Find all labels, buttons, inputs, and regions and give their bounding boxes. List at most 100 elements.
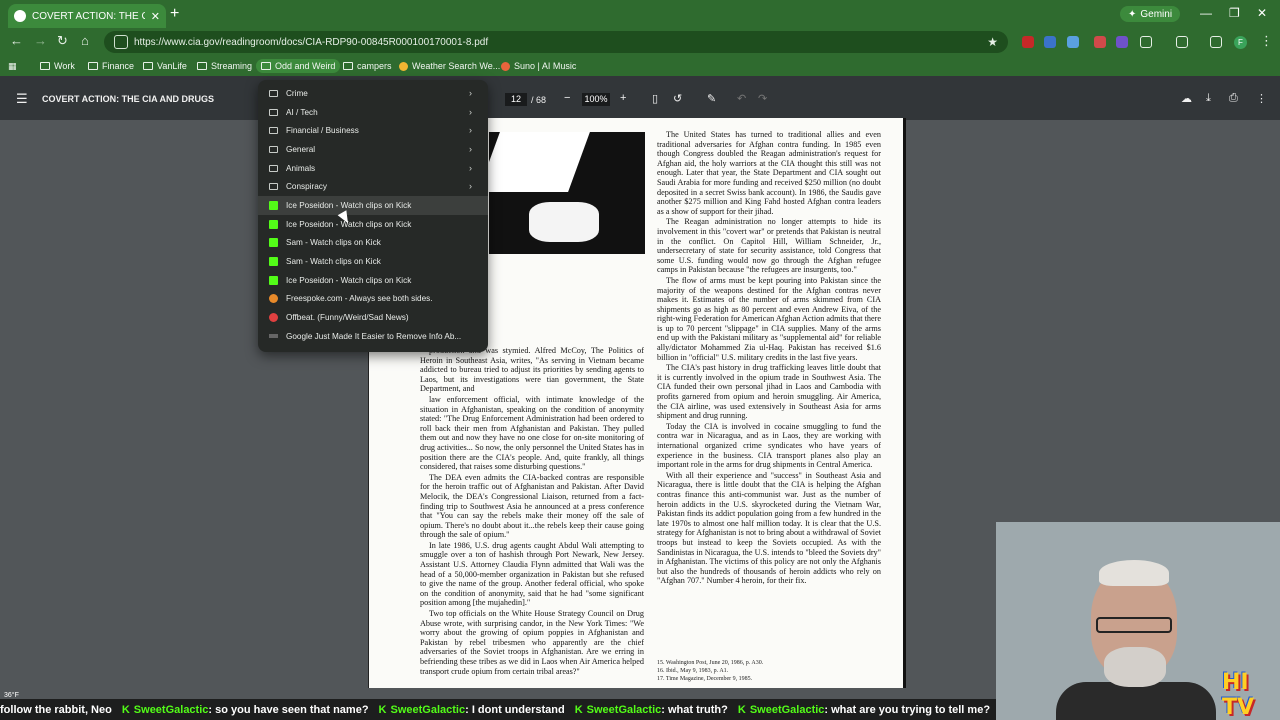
document-photo [489,132,645,254]
text-column-right: The United States has turned to traditio… [657,130,881,587]
paragraph: Two top officials on the White House Str… [420,609,644,676]
paragraph: law enforcement official, with intimate … [420,394,644,472]
menu-link-kick[interactable]: Ice Poseidon - Watch clips on Kick [258,196,488,215]
menu-link-kick[interactable]: Sam - Watch clips on Kick [258,234,488,253]
footnote: 15. Washington Post, June 20, 1986, p. A… [657,660,764,666]
menu-folder-ai-tech[interactable]: AI / Tech › [258,103,488,122]
photo-highlight [529,202,599,242]
bookmark-folder-finance[interactable]: Finance [88,59,134,73]
bookmark-weather-search[interactable]: Weather Search We... [399,59,500,73]
reload-icon[interactable]: ↻ [57,33,68,49]
folder-icon [143,62,153,70]
menu-link-kick[interactable]: Ice Poseidon - Watch clips on Kick [258,215,488,234]
bookmark-folder-menu: Crime › AI / Tech › Financial / Business › … [258,80,488,352]
folder-icon [261,62,271,70]
chat-ticker: follow the rabbit, Neo K SweetGalactic: s… [0,699,996,720]
extension-icon[interactable] [1044,36,1056,48]
zoom-out-icon[interactable]: − [564,92,570,104]
menu-folder-financial-business[interactable]: Financial / Business › [258,121,488,140]
apps-grid-icon[interactable]: ▦ [8,59,17,73]
browser-toolbar: ← → ↻ ⌂ https://www.cia.gov/readingroom/… [0,28,1280,56]
kick-icon: K [574,703,583,716]
minimize-icon[interactable]: — [1200,6,1212,20]
footnotes: 15. Washington Post, June 20, 1986, p. A… [657,659,881,683]
chevron-right-icon: › [469,181,472,192]
bookmark-folder-vanlife[interactable]: VanLife [143,59,187,73]
offbeat-icon [269,313,278,323]
channel-logo: HI TV [1222,670,1272,720]
paragraph: The DEA even admits the CIA-backed contr… [420,472,644,540]
kick-icon [269,257,278,267]
maximize-icon[interactable]: ❐ [1229,6,1240,20]
bookmark-folder-streaming[interactable]: Streaming [197,59,252,73]
home-icon[interactable]: ⌂ [81,33,89,48]
bookmark-folder-odd-and-weird[interactable]: Odd and Weird [256,59,341,73]
cast-icon[interactable] [1176,36,1188,48]
forward-icon[interactable]: → [34,33,47,48]
folder-icon [269,183,278,191]
new-tab-button[interactable]: + [170,5,179,23]
streamer-hair [1099,560,1169,586]
bookmark-label: Finance [102,61,135,71]
chevron-right-icon: › [469,125,472,136]
cia-favicon-icon [14,10,26,22]
menu-folder-general[interactable]: General › [258,140,488,159]
extension-icon[interactable] [1116,36,1128,48]
close-window-icon[interactable]: ✕ [1257,6,1267,20]
bookmark-suno[interactable]: Suno | AI Music [501,59,576,73]
bookmark-label: Suno | AI Music [514,61,577,71]
reading-list-icon[interactable] [1210,36,1222,48]
bookmark-label: Streaming [211,61,253,71]
menu-link-kick[interactable]: Sam - Watch clips on Kick [258,252,488,271]
page-number-input[interactable]: 12 [505,93,527,106]
download-icon[interactable]: ⤓ [1206,92,1211,105]
kick-icon [269,275,278,285]
print-icon[interactable]: ⎙ [1229,92,1238,105]
hamburger-menu-icon[interactable]: ☰ [16,91,28,107]
freespoke-icon [269,294,278,304]
kick-icon [269,200,278,210]
chat-username: SweetGalactic [390,703,466,716]
more-actions-icon[interactable]: ⋮ [1256,92,1267,105]
redo-icon[interactable]: ↷ [758,92,767,105]
tab-close-icon[interactable]: ✕ [151,10,160,23]
extension-icon[interactable] [1067,36,1079,48]
site-info-icon[interactable] [114,35,128,49]
bookmark-folder-campers[interactable]: campers [343,59,392,73]
menu-link-google-news[interactable]: Google Just Made It Easier to Remove Inf… [258,327,488,346]
address-bar[interactable]: https://www.cia.gov/readingroom/docs/CIA… [104,31,1008,53]
menu-link-offbeat[interactable]: Offbeat. (Funny/Weird/Sad News) [258,308,488,327]
zoom-in-icon[interactable]: + [620,92,626,104]
chat-username: SweetGalactic [133,703,209,716]
tab-active[interactable]: COVERT ACTION: THE CIA AND ✕ [8,4,166,28]
menu-link-freespoke[interactable]: Freespoke.com - Always see both sides. [258,290,488,309]
gemini-button[interactable]: ✦ Gemini [1120,6,1181,22]
bookmark-folder-work[interactable]: Work [40,59,75,73]
extension-icon[interactable] [1094,36,1106,48]
zoom-level-input[interactable]: 100% [582,93,610,106]
chat-message: : what are you trying to tell me? [824,703,991,716]
fit-page-icon[interactable]: ▯ [652,92,658,105]
chevron-right-icon: › [469,144,472,155]
pdf-document-title: COVERT ACTION: THE CIA AND DRUGS [42,94,214,104]
extension-icon[interactable] [1022,36,1034,48]
menu-folder-animals[interactable]: Animals › [258,159,488,178]
menu-link-kick[interactable]: Ice Poseidon - Watch clips on Kick [258,271,488,290]
back-icon[interactable]: ← [10,33,23,48]
kebab-menu-icon[interactable]: ⋮ [1260,33,1273,49]
undo-icon[interactable]: ↶ [737,92,746,105]
bookmark-star-icon[interactable]: ★ [987,35,998,49]
folder-icon [88,62,98,70]
chevron-right-icon: › [469,106,472,117]
menu-item-label: Sam - Watch clips on Kick [286,257,381,267]
menu-folder-crime[interactable]: Crime › [258,84,488,103]
folder-icon [269,108,278,116]
annotate-icon[interactable]: ✎ [707,92,716,105]
extensions-puzzle-icon[interactable] [1140,36,1152,48]
save-to-drive-icon[interactable]: ☁ [1181,92,1192,105]
rotate-icon[interactable]: ↺ [673,92,682,105]
suno-favicon-icon [501,61,510,71]
url-text[interactable]: https://www.cia.gov/readingroom/docs/CIA… [134,37,987,48]
profile-avatar[interactable]: F [1234,36,1247,49]
menu-folder-conspiracy[interactable]: Conspiracy › [258,177,488,196]
